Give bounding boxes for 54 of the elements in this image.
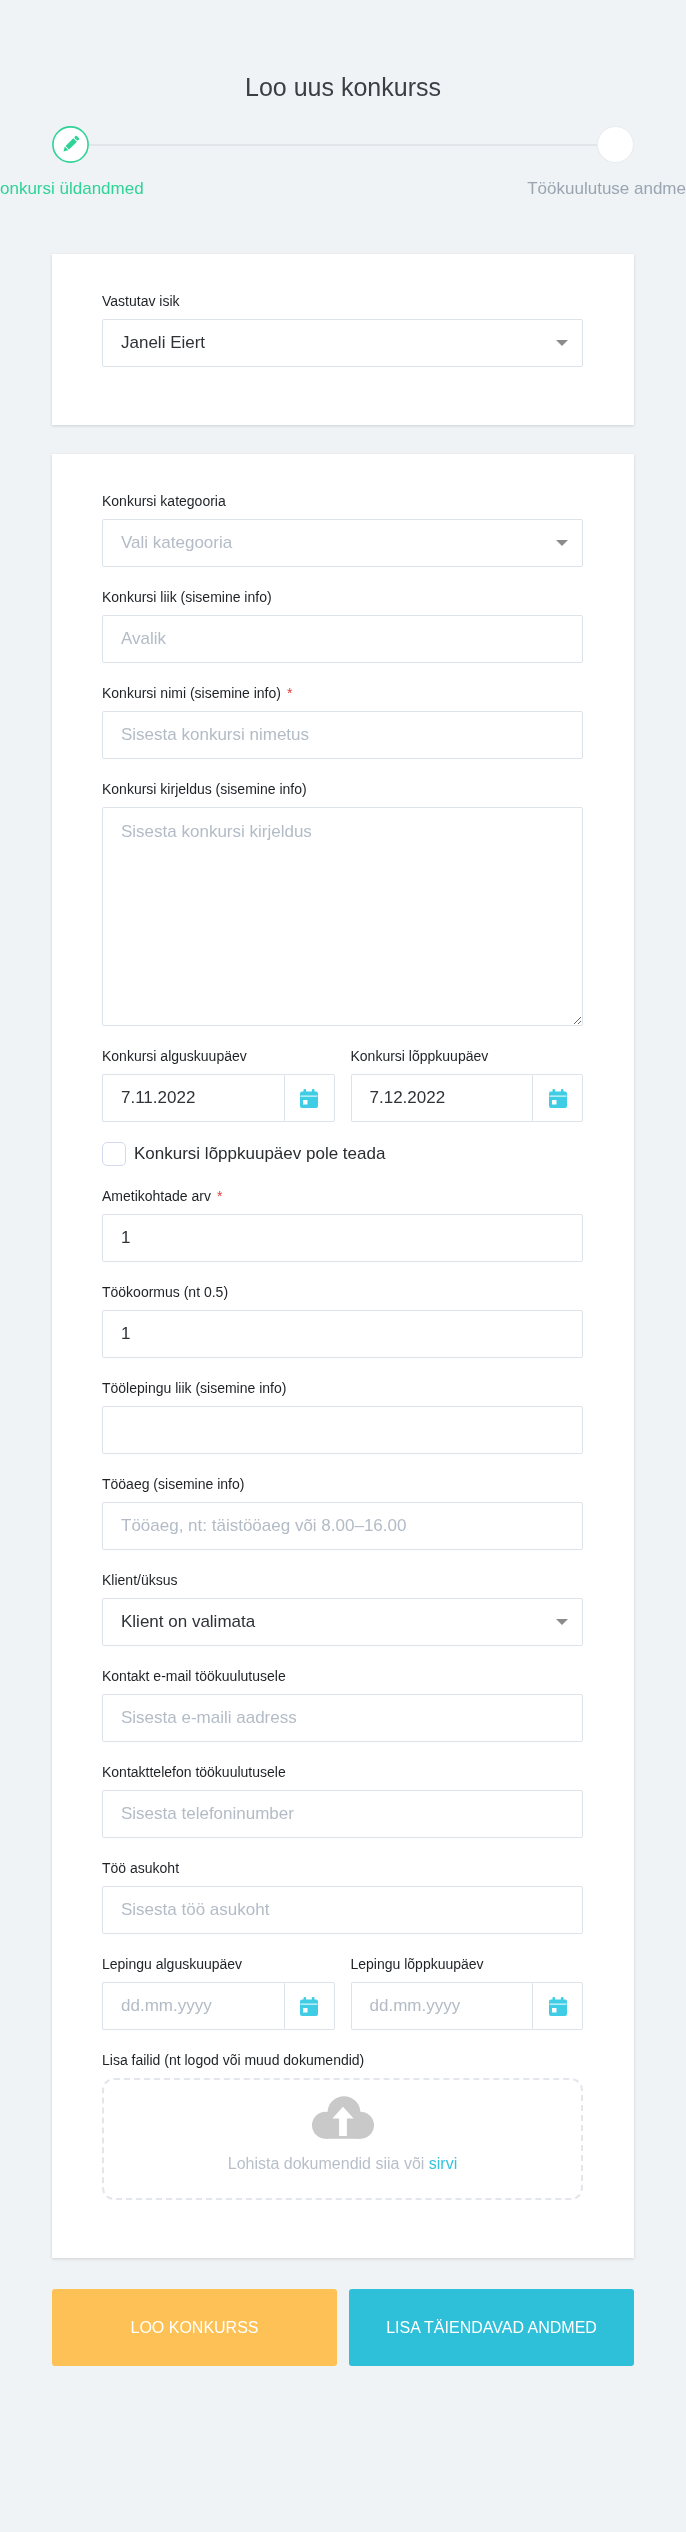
field-label: Konkursi liik (sisemine info) <box>102 588 272 607</box>
field-label: Ametikohtade arv <box>102 1187 211 1206</box>
date-field[interactable]: 7.11.2022 <box>102 1074 284 1122</box>
caret-icon <box>556 540 568 546</box>
date-field[interactable]: dd.mm.yyyy <box>350 1982 532 2030</box>
calendar-button[interactable] <box>532 1074 583 1122</box>
field-label: Töölepingu liik (sisemine info) <box>102 1379 287 1398</box>
field-label: Konkursi kirjeldus (sisemine info) <box>102 780 307 799</box>
calendar-button[interactable] <box>283 1982 335 2030</box>
checkbox-label: Konkursi lõppkuupäev pole teada <box>134 1144 386 1164</box>
cloud-upload-icon <box>311 2096 374 2139</box>
field-label: Lisa failid (nt logod või muud dokumendid) <box>102 2051 365 2070</box>
caret-icon <box>556 340 568 346</box>
text-field[interactable]: Sisesta telefoninumber <box>102 1790 583 1838</box>
field-label: Töökoormus (nt 0.5) <box>102 1283 229 1302</box>
field-label: Tööaeg (sisemine info) <box>102 1475 245 1494</box>
calendar-icon <box>300 1088 318 1108</box>
field-label: Lepingu alguskuupäev <box>102 1955 243 1974</box>
page-title: Loo uus konkurss <box>244 72 442 103</box>
text-field[interactable]: 1 <box>102 1214 583 1262</box>
field-label: Konkursi nimi (sisemine info) <box>102 684 281 703</box>
field-label: Kontakt e-mail töökuulutusele <box>102 1667 286 1686</box>
field-label: Lepingu lõppkuupäev <box>350 1955 484 1974</box>
calendar-icon <box>300 1996 318 2016</box>
field-label: Klient/üksus <box>102 1571 178 1590</box>
select-field[interactable]: Klient on valimata <box>102 1598 583 1646</box>
required-mark: * <box>216 1187 223 1206</box>
text-field[interactable]: Sisesta e-maili aadress <box>102 1694 583 1742</box>
select-field[interactable]: Janeli Eiert <box>102 319 583 367</box>
field-label: Kontakttelefon töökuulutusele <box>102 1763 286 1782</box>
caret-icon <box>556 1619 568 1625</box>
text-field[interactable]: Avalik <box>102 615 583 663</box>
step-label: onkursi üldandmed <box>0 179 144 199</box>
required-mark: * <box>286 684 293 703</box>
checkbox[interactable] <box>102 1142 126 1166</box>
text-field[interactable]: 1 <box>102 1310 583 1358</box>
field-label: Töö asukoht <box>102 1859 180 1878</box>
text-field[interactable]: Tööaeg, nt: täistööaeg või 8.00–16.00 <box>102 1502 583 1550</box>
field-label: Vastutav isik <box>102 292 180 311</box>
description-field[interactable]: Sisesta konkursi kirjeldus <box>102 807 583 1026</box>
calendar-icon <box>548 1088 567 1108</box>
step-label: Töökuulutuse andme <box>527 179 686 199</box>
calendar-button[interactable] <box>532 1982 583 2030</box>
calendar-icon <box>548 1996 567 2016</box>
field-label: Konkursi alguskuupäev <box>102 1047 247 1066</box>
drop-hint: Lohista dokumendid siia või sirvi <box>227 2154 458 2174</box>
field-label: Konkursi kategooria <box>102 492 226 511</box>
date-field[interactable]: dd.mm.yyyy <box>102 1982 284 2030</box>
date-field[interactable]: 7.12.2022 <box>350 1074 532 1122</box>
field-label: Konkursi lõppkuupäev <box>350 1047 489 1066</box>
text-field[interactable]: Sisesta konkursi nimetus <box>102 711 583 759</box>
text-field[interactable]: Sisesta töö asukoht <box>102 1886 583 1934</box>
text-field[interactable] <box>102 1406 583 1454</box>
calendar-button[interactable] <box>283 1074 335 1122</box>
